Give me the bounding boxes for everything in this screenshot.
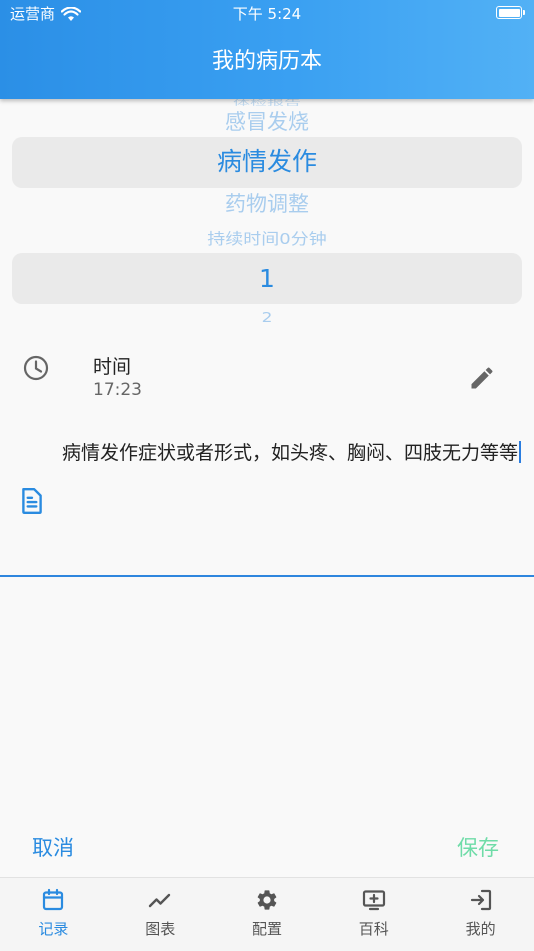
text-cursor bbox=[519, 441, 522, 463]
picker-count-item-below[interactable]: 2 bbox=[0, 310, 534, 326]
save-button[interactable]: 保存 bbox=[457, 832, 499, 862]
login-icon bbox=[470, 889, 491, 911]
tab-record-label: 记录 bbox=[38, 920, 69, 938]
tab-chart[interactable]: 图表 bbox=[107, 878, 214, 951]
note-input-value: 病情发作症状或者形式，如头疼、胸闷、四肢无力等等 bbox=[62, 442, 519, 464]
calendar-icon bbox=[43, 888, 64, 911]
cancel-button[interactable]: 取消 bbox=[32, 832, 74, 862]
tab-wiki-label: 百科 bbox=[358, 920, 389, 938]
picker-type-partial-above[interactable]: 体检报告 bbox=[0, 99, 534, 107]
tab-mine[interactable]: 我的 bbox=[427, 878, 534, 951]
tab-chart-label: 图表 bbox=[145, 920, 176, 938]
picker-type-partial-below[interactable]: 持续时间0分钟 bbox=[0, 231, 534, 250]
note-input[interactable]: 病情发作症状或者形式，如头疼、胸闷、四肢无力等等 bbox=[62, 440, 522, 467]
gear-icon bbox=[257, 890, 277, 910]
time-value: 17:23 bbox=[93, 380, 142, 400]
tab-mine-label: 我的 bbox=[465, 920, 496, 938]
trend-chart-icon bbox=[148, 893, 171, 908]
time-label: 时间 bbox=[93, 356, 132, 378]
document-icon bbox=[22, 487, 42, 515]
tab-config-label: 配置 bbox=[251, 920, 282, 938]
app-header: 运营商 下午 5:24 我的病历本 bbox=[0, 0, 534, 99]
note-input-underline bbox=[0, 575, 534, 577]
picker-type-selected[interactable]: 病情发作 bbox=[0, 145, 534, 179]
picker-type-item-below[interactable]: 药物调整 bbox=[0, 190, 534, 218]
clock-icon bbox=[23, 355, 49, 381]
tab-wiki[interactable]: 百科 bbox=[320, 878, 427, 951]
page-title: 我的病历本 bbox=[211, 49, 322, 74]
status-bar-right bbox=[496, 6, 525, 26]
time-row[interactable] bbox=[0, 340, 534, 410]
add-screen-icon bbox=[362, 890, 385, 911]
tab-record[interactable]: 记录 bbox=[0, 878, 107, 951]
battery-icon bbox=[496, 6, 525, 19]
picker-count-selected[interactable]: 1 bbox=[0, 262, 534, 296]
picker-type-item-above[interactable]: 感冒发烧 bbox=[0, 108, 534, 136]
tab-config[interactable]: 配置 bbox=[214, 878, 321, 951]
edit-icon[interactable] bbox=[468, 364, 496, 392]
bottom-tab-bar: 记录 图表 配置 百科 我的 bbox=[0, 877, 534, 951]
status-time: 下午 5:24 bbox=[232, 5, 302, 23]
